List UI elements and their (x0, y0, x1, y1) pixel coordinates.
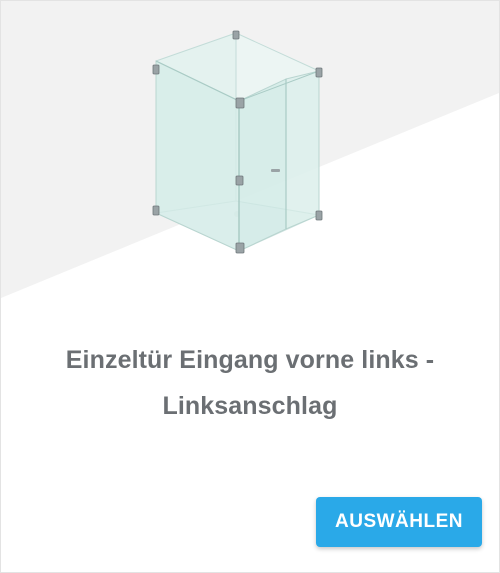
product-title-line2: Linksanschlag (162, 392, 338, 420)
product-title: Einzeltür Eingang vorne links - Linksans… (21, 337, 479, 429)
shower-enclosure-illustration (1, 1, 499, 298)
glass-door-panel (238, 78, 287, 252)
select-button[interactable]: AUSWÄHLEN (316, 497, 482, 547)
product-title-line1: Einzeltür Eingang vorne links - (65, 346, 435, 374)
product-card: Einzeltür Eingang vorne links - Linksans… (0, 0, 500, 573)
door-handle-icon (271, 169, 280, 172)
glass-panel-front-right (285, 70, 320, 230)
